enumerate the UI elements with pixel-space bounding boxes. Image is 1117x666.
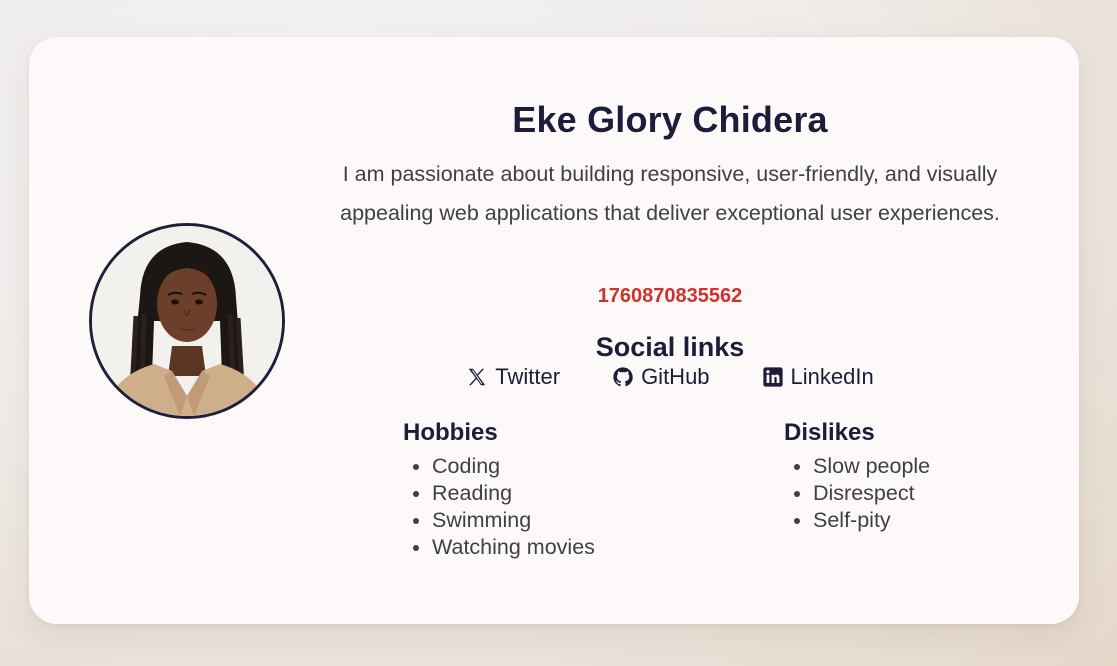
- hobbies-section: Hobbies Coding Reading Swimming Watching…: [403, 417, 595, 561]
- github-label: GitHub: [641, 364, 710, 389]
- profile-card: Eke Glory Chidera I am passionate about …: [29, 37, 1079, 624]
- list-item: Disrespect: [813, 480, 930, 507]
- x-twitter-icon: [469, 368, 486, 386]
- list-item: Reading: [432, 480, 595, 507]
- list-item: Watching movies: [432, 534, 595, 561]
- profile-bio: I am passionate about building responsiv…: [340, 162, 1000, 225]
- linkedin-icon: [762, 367, 783, 387]
- dislikes-section: Dislikes Slow people Disrespect Self-pit…: [784, 417, 930, 534]
- twitter-label: Twitter: [495, 364, 561, 389]
- social-links-title: Social links: [595, 332, 745, 362]
- social-links: Twitter GitHub LinkedIn: [312, 363, 1028, 391]
- dislikes-title: Dislikes: [784, 419, 875, 446]
- linkedin-link[interactable]: LinkedIn: [762, 363, 874, 391]
- hobbies-title: Hobbies: [403, 419, 498, 446]
- list-item: Self-pity: [813, 507, 930, 534]
- linkedin-label: LinkedIn: [790, 364, 874, 389]
- list-item: Coding: [432, 453, 595, 480]
- timestamp-text: 1760870835562: [597, 285, 743, 307]
- github-icon: [613, 367, 633, 387]
- profile-name: Eke Glory Chidera: [512, 99, 828, 140]
- list-item: Swimming: [432, 507, 595, 534]
- avatar: [89, 223, 285, 419]
- hobbies-list: Coding Reading Swimming Watching movies: [403, 453, 595, 561]
- list-item: Slow people: [813, 453, 930, 480]
- dislikes-list: Slow people Disrespect Self-pity: [784, 453, 930, 534]
- avatar-image: [92, 226, 282, 416]
- github-link[interactable]: GitHub: [612, 363, 710, 391]
- twitter-link[interactable]: Twitter: [466, 363, 560, 391]
